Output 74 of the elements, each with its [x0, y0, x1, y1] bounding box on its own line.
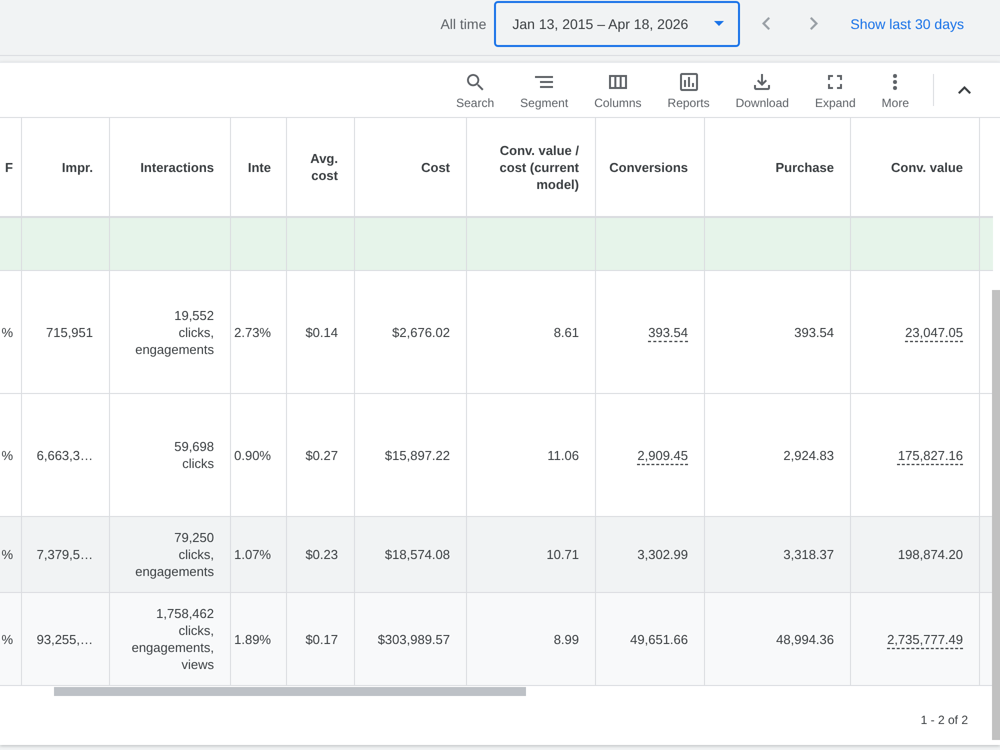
table-cell: 198,874.20: [851, 517, 980, 592]
table-cell: $0.23: [287, 517, 355, 592]
columns-icon: [608, 75, 627, 89]
table-cell: $18,574.08: [355, 517, 467, 592]
table-cell: $2,676.02: [355, 271, 467, 393]
table-cell: 175,827.16: [851, 394, 980, 516]
table-cell: 19,552 clicks, engagements: [110, 271, 231, 393]
pagination-label: 1 - 2 of 2: [920, 713, 968, 727]
caret-icon: [714, 21, 724, 26]
scrollbar-thumb[interactable]: [992, 290, 1000, 740]
search-button[interactable]: Search: [443, 66, 508, 114]
table-cell: 23,047.05: [851, 271, 980, 393]
table-cell: %: [0, 593, 22, 685]
column-header[interactable]: Cost: [355, 118, 467, 216]
table-cell: 2,909.45: [596, 394, 705, 516]
column-header[interactable]: Conv. value: [851, 118, 980, 216]
table-cell: 93,255,…: [22, 593, 110, 685]
more-button[interactable]: More: [868, 66, 922, 114]
segment-button[interactable]: Segment: [507, 66, 582, 114]
expand-button[interactable]: Expand: [802, 66, 869, 114]
table-cell: 2,735,777.49: [851, 593, 980, 685]
reports-button[interactable]: Reports: [654, 66, 723, 114]
search-icon: [466, 74, 484, 90]
chevron-right-icon: [810, 17, 818, 30]
table-cell: 6,663,3…: [22, 394, 110, 516]
table-cell: %: [0, 517, 22, 592]
table-cell: 2.73%: [231, 271, 287, 393]
table-cell: 393.54: [596, 271, 705, 393]
table-cell: 1,758,462 clicks, engagements, views: [110, 593, 231, 685]
table-cell: 48,994.36: [705, 593, 851, 685]
table-cell: 59,698 clicks: [110, 394, 231, 516]
table-cell: %: [0, 394, 22, 516]
table-cell: 79,250 clicks, engagements: [110, 517, 231, 592]
table-cell: 0.90%: [231, 394, 287, 516]
table-cell: $15,897.22: [355, 394, 467, 516]
table-cell: 8.61: [467, 271, 596, 393]
scrollbar-thumb[interactable]: [54, 687, 526, 696]
range-label: All time: [440, 16, 486, 32]
show-last-30-days-link[interactable]: Show last 30 days: [850, 16, 964, 32]
table-cell: 8.99: [467, 593, 596, 685]
chevron-up-icon: [958, 86, 970, 94]
more-icon: [893, 74, 898, 90]
columns-button[interactable]: Columns: [581, 66, 655, 114]
bar-chart-icon: [680, 73, 698, 91]
column-header[interactable]: Inte: [231, 118, 287, 216]
fullscreen-icon: [828, 75, 842, 89]
column-header[interactable]: Purchase: [705, 118, 851, 216]
table-cell: $0.14: [287, 271, 355, 393]
table-cell: 2,924.83: [705, 394, 851, 516]
table-cell: 3,302.99: [596, 517, 705, 592]
chevron-left-icon: [762, 17, 770, 30]
table-cell: $303,989.57: [355, 593, 467, 685]
download-icon: [754, 74, 770, 90]
table-cell: 11.06: [467, 394, 596, 516]
download-button[interactable]: Download: [722, 66, 802, 114]
table-cell: 715,951: [22, 271, 110, 393]
table-cell: 1.89%: [231, 593, 287, 685]
table-cell: 7,379,5…: [22, 517, 110, 592]
table-cell: 49,651.66: [596, 593, 705, 685]
table-cell: 393.54: [705, 271, 851, 393]
column-header[interactable]: Conv. value / cost (current model): [467, 118, 596, 216]
table-cell: 3,318.37: [705, 517, 851, 592]
column-header[interactable]: Interactions: [110, 118, 231, 216]
column-header[interactable]: Avg. cost: [287, 118, 355, 216]
table-cell: $0.17: [287, 593, 355, 685]
date-range-dropdown[interactable]: Jan 13, 2015 – Apr 18, 2026: [494, 0, 740, 46]
lines-icon: [535, 76, 554, 88]
table-cell: 10.71: [467, 517, 596, 592]
table-cell: $0.27: [287, 394, 355, 516]
table-cell: 1.07%: [231, 517, 287, 592]
column-header[interactable]: Conversions: [596, 118, 705, 216]
column-header[interactable]: F: [0, 118, 22, 216]
column-header[interactable]: Impr.: [22, 118, 110, 216]
table-cell: %: [0, 271, 22, 393]
